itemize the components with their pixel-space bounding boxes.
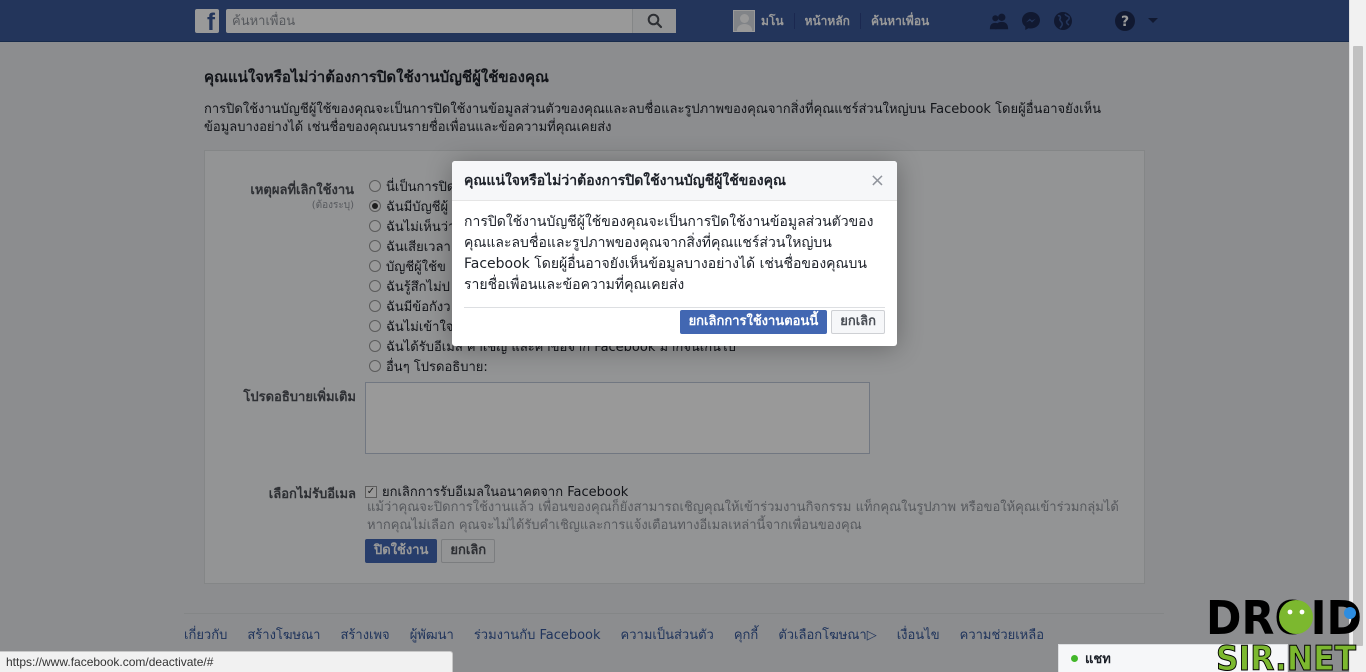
dialog-body: การปิดใช้งานบัญชีผู้ใช้ของคุณจะเป็นการปิ… (464, 214, 874, 293)
page-scrollbar[interactable] (1349, 0, 1366, 672)
droidsir-watermark: DROID SIR.NET (1205, 590, 1365, 672)
blue-dot-icon (1344, 607, 1356, 619)
dialog-buttons: ยกเลิกการใช้งานตอนนี้ ยกเลิก (679, 310, 885, 334)
status-bar-url: https://www.facebook.com/deactivate/# (0, 651, 453, 672)
android-icon (1279, 600, 1313, 634)
dialog-divider (464, 307, 885, 308)
close-icon[interactable]: × (870, 171, 885, 190)
watermark-logo: DROID SIR.NET (1206, 591, 1362, 672)
dialog-cancel-button[interactable]: ยกเลิก (831, 310, 885, 334)
watermark-line-2: SIR.NET (1216, 639, 1357, 672)
dialog-header: คุณแน่ใจหรือไม่ว่าต้องการปิดใช้งานบัญชีผ… (452, 161, 897, 201)
dialog-title: คุณแน่ใจหรือไม่ว่าต้องการปิดใช้งานบัญชีผ… (464, 172, 786, 189)
confirm-deactivate-button[interactable]: ยกเลิกการใช้งานตอนนี้ (679, 310, 828, 334)
chat-label: แชท (1085, 652, 1111, 667)
scrollbar-thumb[interactable] (1353, 46, 1363, 646)
confirm-deactivate-dialog: คุณแน่ใจหรือไม่ว่าต้องการปิดใช้งานบัญชีผ… (452, 161, 897, 346)
online-status-icon (1071, 655, 1078, 662)
